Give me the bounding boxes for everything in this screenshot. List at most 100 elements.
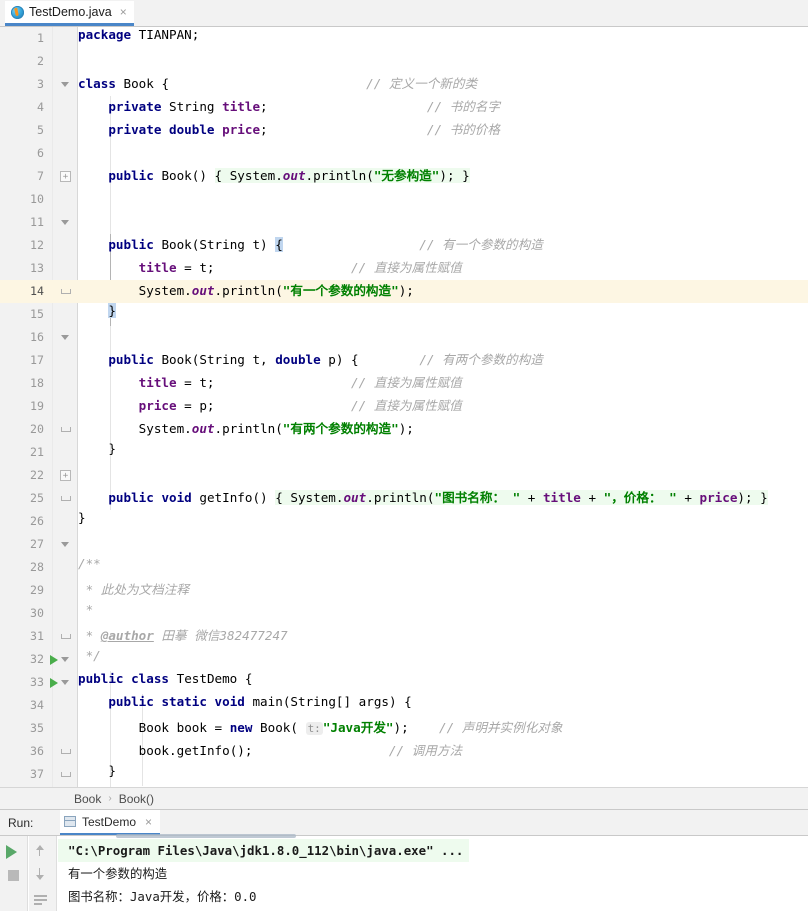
token-var-book: book xyxy=(176,720,207,735)
token-keyword-class: class xyxy=(78,76,116,91)
comment-book-price: // 书的价格 xyxy=(426,122,500,137)
fold-collapse-icon[interactable] xyxy=(60,677,71,688)
editor-tab-testdemo[interactable]: TestDemo.java × xyxy=(5,1,134,26)
token-gap xyxy=(215,398,351,413)
fold-expand-icon[interactable]: + xyxy=(60,171,71,182)
editor-line-row: 37 xyxy=(0,763,808,786)
code-line-29: * xyxy=(78,602,94,617)
token-type-string: String xyxy=(169,99,215,114)
code-line-34: Book book = new Book( t: "Java开发"); // 声明… xyxy=(78,717,563,736)
line-number: 7 xyxy=(37,169,44,183)
fold-end-icon[interactable] xyxy=(60,424,71,435)
token-system: System xyxy=(229,168,276,183)
line-number: 30 xyxy=(30,606,44,620)
line-number: 34 xyxy=(30,698,44,712)
stop-button[interactable] xyxy=(8,870,19,881)
line-number: 1 xyxy=(37,31,44,45)
close-icon[interactable]: × xyxy=(145,816,152,828)
fold-end-icon[interactable] xyxy=(60,493,71,504)
fold-collapse-icon[interactable] xyxy=(60,217,71,228)
token-assign: = xyxy=(206,720,230,735)
comment-declare-instantiate: // 声明并实例化对象 xyxy=(439,720,563,735)
close-icon[interactable]: × xyxy=(120,6,127,18)
console-output[interactable]: "C:\Program Files\Java\jdk1.8.0_112\bin\… xyxy=(58,834,808,911)
token-ctor-book: Book xyxy=(161,237,192,252)
rerun-button[interactable] xyxy=(6,845,17,859)
fold-collapse-icon[interactable] xyxy=(60,654,71,665)
token-close: ); xyxy=(393,720,409,735)
code-line-33: public static void main(String[] args) { xyxy=(78,694,411,709)
javadoc-star-prefix: * xyxy=(78,628,101,643)
line-number: 11 xyxy=(30,215,44,229)
fold-end-icon[interactable] xyxy=(60,286,71,297)
intellij-idea-window: TestDemo.java × 1 2 3 4 5 6 7 +10 11 12 13 14 15 16 17… xyxy=(0,0,808,911)
javadoc-author-tag: @author xyxy=(100,628,154,643)
fold-expand-icon[interactable]: + xyxy=(60,470,71,481)
token-system: System xyxy=(138,421,185,436)
fold-collapse-icon[interactable] xyxy=(60,332,71,343)
token-field-price: price xyxy=(222,122,261,137)
token-classname-testdemo: TestDemo xyxy=(176,671,238,686)
editor-line-row: 30 xyxy=(0,602,808,625)
fold-end-icon[interactable] xyxy=(60,769,71,780)
run-gutter-icon[interactable] xyxy=(50,678,58,688)
fold-end-icon[interactable] xyxy=(60,631,71,642)
line-number: 27 xyxy=(30,537,44,551)
breadcrumb: Book › Book() xyxy=(0,787,808,810)
token-param-t: t, xyxy=(244,352,276,367)
code-editor[interactable]: 1 2 3 4 5 6 7 +10 11 12 13 14 15 16 17 18 19 20 21 22 +25 26 2… xyxy=(0,27,808,787)
token-system: System xyxy=(138,283,185,298)
fold-collapse-icon[interactable] xyxy=(60,79,71,90)
token-brace: { xyxy=(237,671,253,686)
token-classname-book: Book xyxy=(123,76,154,91)
code-line-35: book.getInfo(); // 调用方法 xyxy=(78,740,462,759)
code-line-12: title = t; // 直接为属性赋值 xyxy=(78,257,462,276)
comment-two-arg-ctor: // 有两个参数的构造 xyxy=(419,352,543,367)
token-field-title: title xyxy=(222,99,261,114)
run-gutter-icon[interactable] xyxy=(50,655,58,665)
editor-line-row: 26 xyxy=(0,510,808,533)
horizontal-scrollbar[interactable] xyxy=(116,834,296,838)
token-system: System xyxy=(290,490,336,505)
token-println: println xyxy=(373,490,427,505)
string-book-name-label: "图书名称： " xyxy=(434,490,521,505)
line-number: 17 xyxy=(30,353,44,367)
code-line-32: public class TestDemo { xyxy=(78,671,252,686)
token-gap xyxy=(283,237,419,252)
comment-assign-field: // 直接为属性赋值 xyxy=(351,260,462,275)
code-line-14: } xyxy=(78,303,116,318)
token-gap xyxy=(268,122,427,137)
comment-book-name: // 书的名字 xyxy=(426,99,500,114)
fold-collapse-icon[interactable] xyxy=(60,539,71,550)
token-gap xyxy=(359,352,420,367)
breadcrumb-item-class[interactable]: Book xyxy=(74,792,101,806)
token-param-t: t) xyxy=(244,237,276,252)
token-gap xyxy=(409,720,439,735)
line-number: 2 xyxy=(37,54,44,68)
javadoc-close-glyph: */ xyxy=(85,648,101,663)
line-number: 4 xyxy=(37,100,44,114)
breadcrumb-item-member[interactable]: Book() xyxy=(119,792,154,806)
token-semicolon: ; xyxy=(260,122,268,137)
token-keyword-class: class xyxy=(131,671,170,686)
line-number: 28 xyxy=(30,560,44,574)
token-println: println xyxy=(222,421,276,436)
token-method-main: main xyxy=(252,694,283,709)
editor-line-row: 6 xyxy=(0,142,808,165)
token-keyword-public: public xyxy=(108,237,154,252)
fold-end-icon[interactable] xyxy=(60,746,71,757)
token-package-name xyxy=(131,27,139,42)
editor-line-row: 16 xyxy=(0,326,808,349)
run-tab-testdemo[interactable]: TestDemo × xyxy=(60,810,161,835)
token-paren: ( xyxy=(290,720,306,735)
editor-tab-bar: TestDemo.java × xyxy=(0,0,808,27)
line-number: 12 xyxy=(30,238,44,252)
line-number: 5 xyxy=(37,123,44,137)
